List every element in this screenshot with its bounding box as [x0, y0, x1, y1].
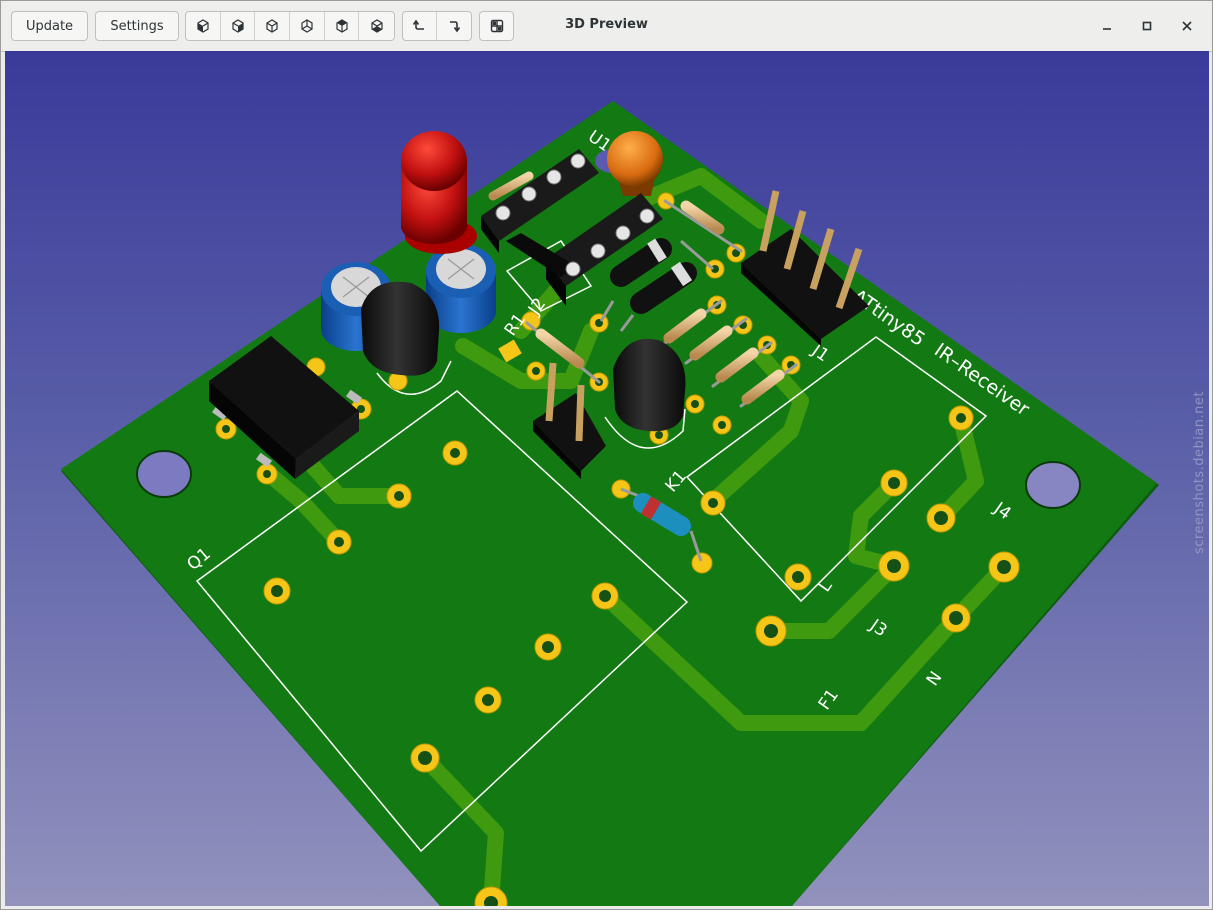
grid-button[interactable] — [480, 12, 513, 40]
rotate-ccw-icon — [412, 19, 424, 30]
view-back-icon — [231, 19, 244, 33]
view-bottom-icon — [371, 19, 383, 33]
pcb-render: U1 R1 J2 K1 J1 ATtiny85 IR–Receiver J4 J… — [61, 101, 1159, 906]
maximize-icon — [1142, 21, 1152, 31]
close-icon — [1182, 21, 1192, 31]
rotate-cw-icon — [450, 21, 461, 33]
transistor-2 — [613, 338, 686, 432]
view-front-icon — [197, 19, 209, 33]
view-right-button[interactable] — [290, 12, 325, 40]
window-title: 3D Preview — [565, 17, 648, 32]
maximize-button[interactable] — [1137, 16, 1157, 36]
view-front-button[interactable] — [186, 12, 221, 40]
view-top-icon — [335, 19, 348, 33]
minimize-button[interactable] — [1097, 16, 1117, 36]
view-bottom-button[interactable] — [359, 12, 394, 40]
settings-button[interactable]: Settings — [95, 11, 179, 41]
view-left-button[interactable] — [255, 12, 291, 40]
transistor-1 — [361, 281, 440, 376]
header-bar: Update Settings 3D Preview — [1, 1, 1212, 52]
view-back-button[interactable] — [221, 12, 256, 40]
grid-icon — [490, 19, 503, 33]
preview-window: Update Settings 3D Preview U1 R1 J2 K1 J… — [0, 0, 1213, 910]
red-led — [401, 131, 477, 254]
rotate-ccw-button[interactable] — [403, 12, 438, 40]
update-button[interactable]: Update — [11, 11, 88, 41]
grid-button-group — [479, 11, 514, 41]
3d-viewport[interactable]: U1 R1 J2 K1 J1 ATtiny85 IR–Receiver J4 J… — [5, 51, 1209, 906]
rotate-buttons-group — [402, 11, 472, 41]
close-button[interactable] — [1177, 16, 1197, 36]
minimize-icon — [1103, 28, 1111, 30]
rotate-cw-button[interactable] — [437, 12, 471, 40]
view-left-icon — [266, 19, 278, 33]
watermark: screenshots.debian.net — [1192, 391, 1207, 554]
view-top-button[interactable] — [325, 12, 360, 40]
view-right-icon — [301, 19, 313, 33]
view-buttons-group — [185, 11, 395, 41]
